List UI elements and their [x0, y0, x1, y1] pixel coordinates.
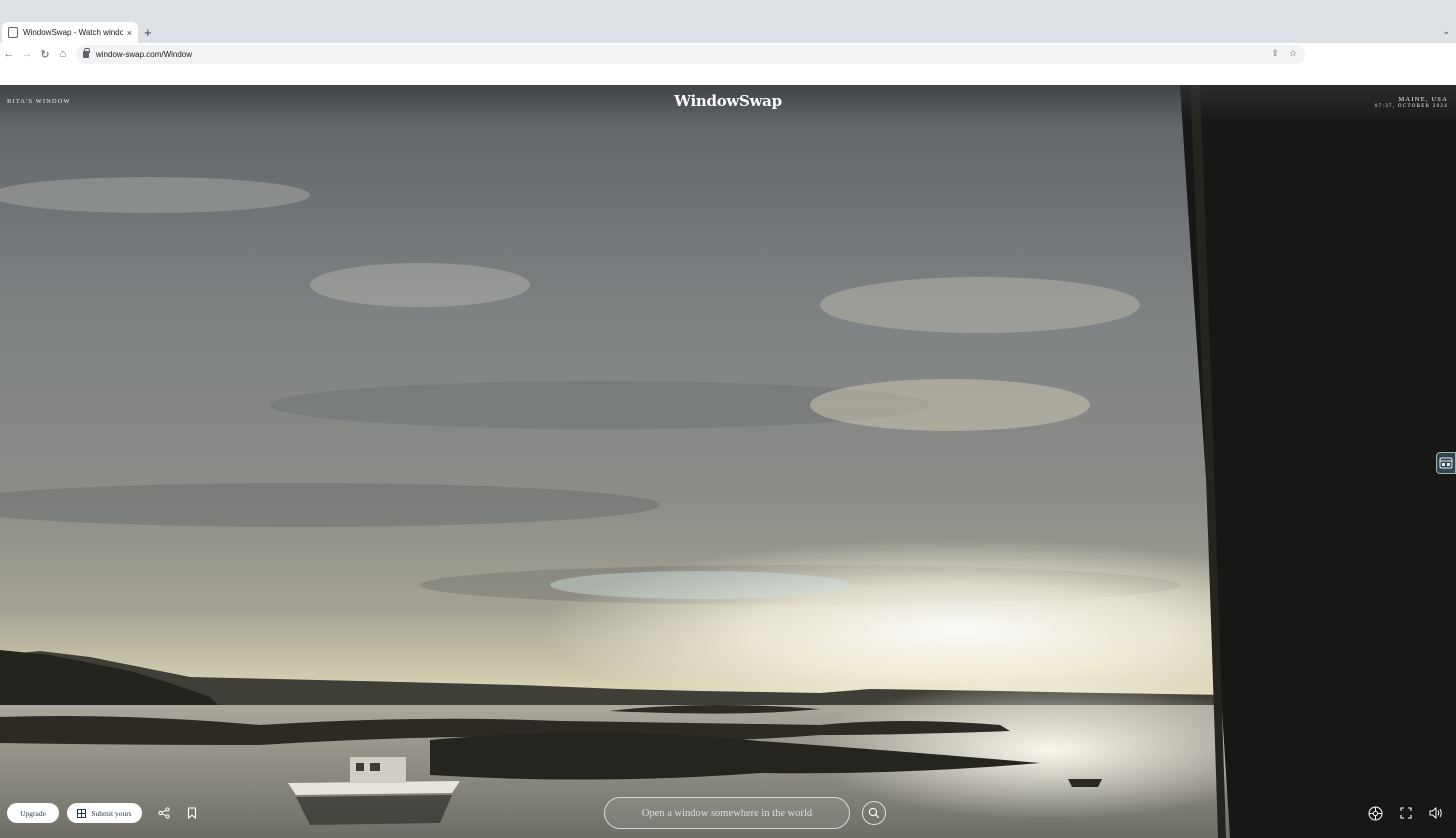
speaker-icon: [1429, 807, 1442, 819]
window-grid-icon: [77, 808, 87, 818]
fullscreen-icon: [1400, 807, 1412, 819]
location-info: MAINE, USA 07:37, OCTOBER 2024: [1375, 96, 1448, 109]
back-icon[interactable]: ←: [2, 47, 16, 61]
share-icon[interactable]: ⇪: [1271, 48, 1279, 59]
search-icon: [868, 807, 880, 819]
fullscreen-button[interactable]: [1398, 805, 1414, 821]
volume-button[interactable]: [1428, 805, 1444, 821]
lock-icon[interactable]: [83, 48, 90, 58]
window-gallery-icon: [1439, 457, 1453, 469]
forward-icon[interactable]: →: [20, 47, 34, 61]
share-button[interactable]: [156, 805, 172, 821]
browser-tab[interactable]: WindowSwap - Watch windows ×: [2, 22, 138, 43]
address-bar[interactable]: window-swap.com/Window ⇪ ☆: [76, 45, 1305, 64]
upgrade-label: Upgrade: [20, 808, 46, 818]
tab-title: WindowSwap - Watch windows: [23, 28, 123, 37]
share-nodes-icon: [158, 807, 170, 819]
browser-toolbar: ← → ↻ ⌂ window-swap.com/Window ⇪ ☆: [0, 43, 1456, 66]
home-icon[interactable]: ⌂: [56, 47, 70, 61]
url-text[interactable]: window-swap.com/Window: [96, 50, 192, 59]
window-view-image: [0, 85, 1456, 838]
save-window-button[interactable]: [184, 805, 200, 821]
mixer-icon: [1368, 806, 1382, 820]
page-top-margin: [0, 66, 1456, 85]
tab-search-icon[interactable]: ⌄: [1442, 26, 1450, 37]
side-panel-tab[interactable]: [1436, 452, 1456, 474]
search-input[interactable]: Open a window somewhere in the world: [604, 797, 850, 829]
window-view: RITA'S WINDOW WindowSwap MAINE, USA 07:3…: [0, 85, 1456, 838]
local-time: 07:37, OCTOBER 2024: [1374, 104, 1448, 109]
sound-mix-button[interactable]: [1367, 805, 1383, 821]
submit-label: Submit yours: [91, 808, 132, 818]
close-tab-icon[interactable]: ×: [127, 28, 132, 38]
site-favicon-icon: [8, 27, 18, 38]
search-button[interactable]: [862, 801, 886, 825]
windowswap-logo[interactable]: WindowSwap: [0, 92, 1456, 110]
tab-strip: WindowSwap - Watch windows × + ⌄: [0, 0, 1456, 43]
search-placeholder: Open a window somewhere in the world: [641, 807, 813, 819]
new-tab-button[interactable]: +: [144, 25, 152, 40]
bookmark-icon: [187, 807, 197, 819]
submit-yours-button[interactable]: Submit yours: [67, 803, 142, 823]
reload-icon[interactable]: ↻: [38, 47, 52, 61]
upgrade-button[interactable]: Upgrade: [7, 803, 59, 823]
bookmark-star-icon[interactable]: ☆: [1289, 48, 1297, 59]
location-name: MAINE, USA: [1398, 96, 1448, 103]
